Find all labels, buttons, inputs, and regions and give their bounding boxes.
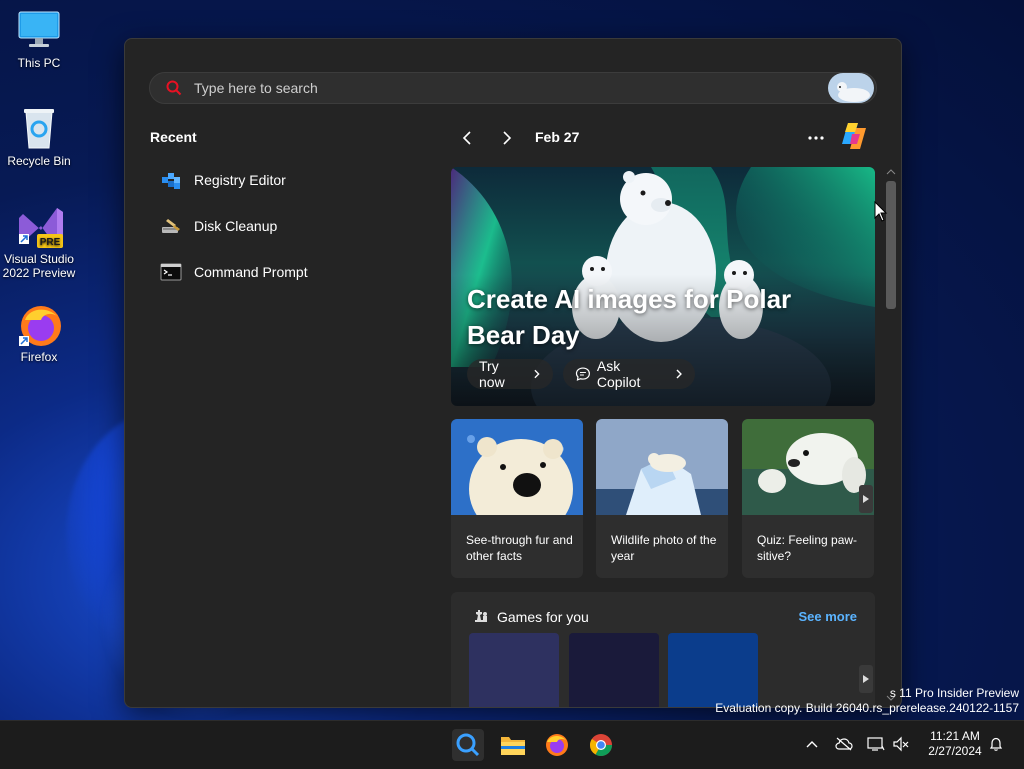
news-card-caption: See-through fur and other facts	[466, 533, 573, 563]
bell-icon	[989, 737, 1003, 751]
onedrive-tray-button[interactable]	[834, 734, 854, 754]
taskbar-clock[interactable]: 11:21 AM 2/27/2024	[920, 729, 990, 759]
taskbar: 11:21 AM 2/27/2024	[0, 720, 1024, 769]
play-arrow-icon	[863, 495, 869, 503]
firefox-icon	[17, 302, 61, 346]
desktop-icon-this-pc[interactable]: This PC	[0, 8, 78, 70]
desktop-icon-label: Recycle Bin	[7, 154, 71, 168]
desktop-icon-label: Visual Studio 2022 Preview	[2, 252, 76, 280]
disk-cleanup-icon	[162, 219, 180, 233]
scroll-up-icon	[886, 169, 896, 175]
cards-next-button[interactable]	[859, 485, 873, 513]
hero-title: Create AI images for Polar Bear Day	[467, 284, 792, 350]
command-prompt-icon	[160, 263, 182, 281]
chevron-up-icon	[806, 741, 818, 748]
windows-watermark: s 11 Pro Insider Preview Evaluation copy…	[715, 686, 1019, 716]
start-panel: Recent Registry Editor Disk Cleanup Comm…	[124, 38, 902, 708]
search-icon	[456, 733, 480, 757]
clock-time: 11:21 AM	[930, 729, 980, 743]
try-now-button[interactable]: Try now	[467, 358, 553, 390]
play-arrow-icon	[863, 675, 869, 683]
recent-item-disk-cleanup[interactable]: Disk Cleanup	[160, 212, 277, 240]
search-input[interactable]	[192, 79, 796, 97]
recent-item-label: Registry Editor	[194, 172, 286, 188]
desktop-icon-recycle-bin[interactable]: Recycle Bin	[0, 106, 78, 168]
recycle-bin-icon	[17, 106, 61, 150]
volume-muted-icon	[893, 736, 909, 752]
see-more-link[interactable]: See more	[798, 609, 857, 624]
visual-studio-icon: PRE	[17, 204, 63, 248]
chat-bubble-icon	[575, 367, 590, 381]
registry-editor-icon	[162, 173, 180, 189]
copilot-button[interactable]	[837, 119, 871, 153]
ask-copilot-label: Ask Copilot	[596, 358, 641, 390]
recent-heading: Recent	[150, 129, 197, 145]
chevron-right-icon	[534, 369, 541, 379]
try-now-label: Try now	[479, 358, 505, 390]
copilot-icon	[842, 123, 866, 149]
monitor-icon	[17, 8, 61, 52]
mouse-cursor-icon	[874, 201, 888, 222]
desktop-icon-firefox[interactable]: Firefox	[0, 302, 78, 364]
feed-date: Feb 27	[535, 129, 580, 145]
chevron-right-icon	[676, 369, 682, 379]
folder-icon	[501, 737, 525, 755]
chevron-right-icon	[503, 131, 512, 145]
feed-scrollbar[interactable]	[883, 167, 899, 707]
search-box[interactable]	[149, 72, 877, 104]
taskbar-firefox[interactable]	[541, 729, 573, 761]
taskbar-file-explorer[interactable]	[497, 729, 529, 761]
volume-tray-button[interactable]	[891, 734, 911, 754]
desktop-icon-label: This PC	[17, 56, 61, 70]
notifications-button[interactable]	[986, 734, 1006, 754]
ask-copilot-button[interactable]: Ask Copilot	[563, 358, 695, 390]
network-tray-button[interactable]	[866, 734, 886, 754]
news-card[interactable]: Wildlife photo of the year	[596, 419, 728, 578]
recent-item-registry-editor[interactable]: Registry Editor	[160, 166, 286, 194]
news-card[interactable]: See-through fur and other facts	[451, 419, 583, 578]
recent-item-label: Command Prompt	[194, 264, 308, 280]
hero-card[interactable]: Create AI images for Polar Bear Day Try …	[451, 167, 875, 406]
watermark-line2: Evaluation copy. Build 26040.rs_prerelea…	[715, 701, 1019, 715]
bear-on-iceberg-image	[596, 419, 728, 515]
desktop-icon-label: Firefox	[20, 350, 58, 364]
game-tile[interactable]	[469, 633, 559, 707]
polar-bear-closeup-image	[451, 419, 583, 539]
news-card-caption: Quiz: Feeling paw-sitive?	[757, 533, 858, 563]
news-card-caption: Wildlife photo of the year	[611, 533, 717, 563]
recent-item-command-prompt[interactable]: Command Prompt	[160, 258, 308, 286]
game-tile[interactable]	[569, 633, 659, 707]
pre-badge: PRE	[40, 237, 61, 248]
next-button[interactable]	[499, 127, 515, 149]
show-hidden-icons-button[interactable]	[802, 734, 822, 754]
desktop-icon-visual-studio[interactable]: PRE Visual Studio 2022 Preview	[0, 204, 78, 280]
chrome-icon	[590, 734, 612, 756]
search-icon	[166, 80, 182, 96]
firefox-icon	[546, 734, 568, 756]
games-heading: Games for you	[497, 609, 589, 625]
more-options-button[interactable]	[805, 127, 827, 149]
polar-bear-thumbnail[interactable]	[828, 73, 874, 103]
clock-date: 2/27/2024	[928, 744, 982, 758]
chess-piece-icon	[475, 610, 487, 622]
recent-item-label: Disk Cleanup	[194, 218, 278, 234]
prev-button[interactable]	[459, 127, 475, 149]
cloud-offline-icon	[835, 737, 853, 751]
ellipsis-icon	[808, 136, 824, 140]
network-icon	[867, 737, 885, 751]
chevron-left-icon	[462, 131, 471, 145]
watermark-line1: s 11 Pro Insider Preview	[889, 686, 1019, 700]
bear-swimming-image	[742, 419, 874, 515]
news-card[interactable]: Quiz: Feeling paw-sitive?	[742, 419, 874, 578]
taskbar-search-button[interactable]	[452, 729, 484, 761]
taskbar-chrome[interactable]	[585, 729, 617, 761]
